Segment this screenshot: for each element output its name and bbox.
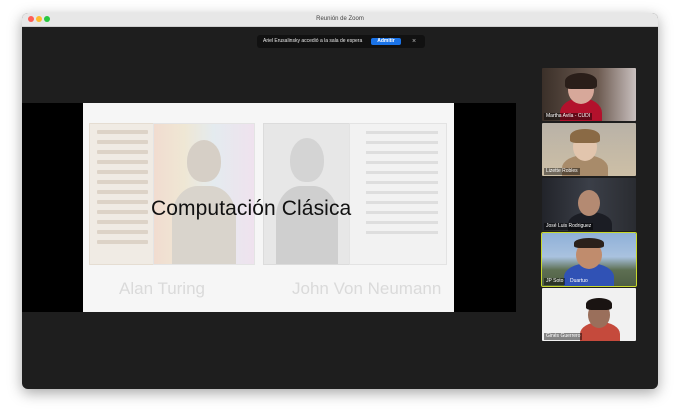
caption-john-von-neumann: John Von Neumann (292, 279, 442, 298)
waiting-room-message: Ariel Erusalinsky accedió a la sala de e… (263, 38, 363, 44)
participant-tile[interactable]: José Luis Rodriguez (542, 178, 636, 231)
admit-button[interactable]: Admitir (371, 38, 401, 45)
participant-tile[interactable]: Ginés Guerrero (542, 288, 636, 341)
participant-subtitle: Duartuo (570, 278, 588, 284)
screen-share-area: Computación Clásica Alan Turing John Von… (22, 103, 516, 312)
participant-tile[interactable]: Lizette Robles (542, 123, 636, 176)
participant-name: Lizette Robles (544, 168, 580, 175)
zoom-window: Reunión de Zoom Ariel Erusalinsky accedi… (22, 13, 658, 389)
participant-name: Ginés Guerrero (544, 333, 583, 340)
waiting-room-notification: Ariel Erusalinsky accedió a la sala de e… (257, 35, 425, 48)
participant-name: JP Soto (544, 278, 566, 285)
participant-tile-active-speaker[interactable]: JP Soto Duartuo (541, 232, 637, 287)
alan-turing-photo (153, 123, 255, 265)
john-von-neumann-photo (263, 123, 351, 265)
participant-tile[interactable]: Martha Avila - CUDI (542, 68, 636, 121)
slide-title: Computación Clásica (151, 197, 352, 220)
caption-alan-turing: Alan Turing (119, 279, 205, 298)
participant-name: Martha Avila - CUDI (544, 113, 593, 120)
title-bar: Reunión de Zoom (22, 13, 658, 27)
presentation-slide: Computación Clásica Alan Turing John Von… (83, 103, 454, 312)
participant-name: José Luis Rodriguez (544, 223, 594, 230)
close-icon[interactable]: × (409, 35, 419, 48)
window-title: Reunión de Zoom (316, 16, 364, 22)
von-neumann-info-card (349, 123, 447, 265)
turing-poster-image (89, 123, 156, 265)
